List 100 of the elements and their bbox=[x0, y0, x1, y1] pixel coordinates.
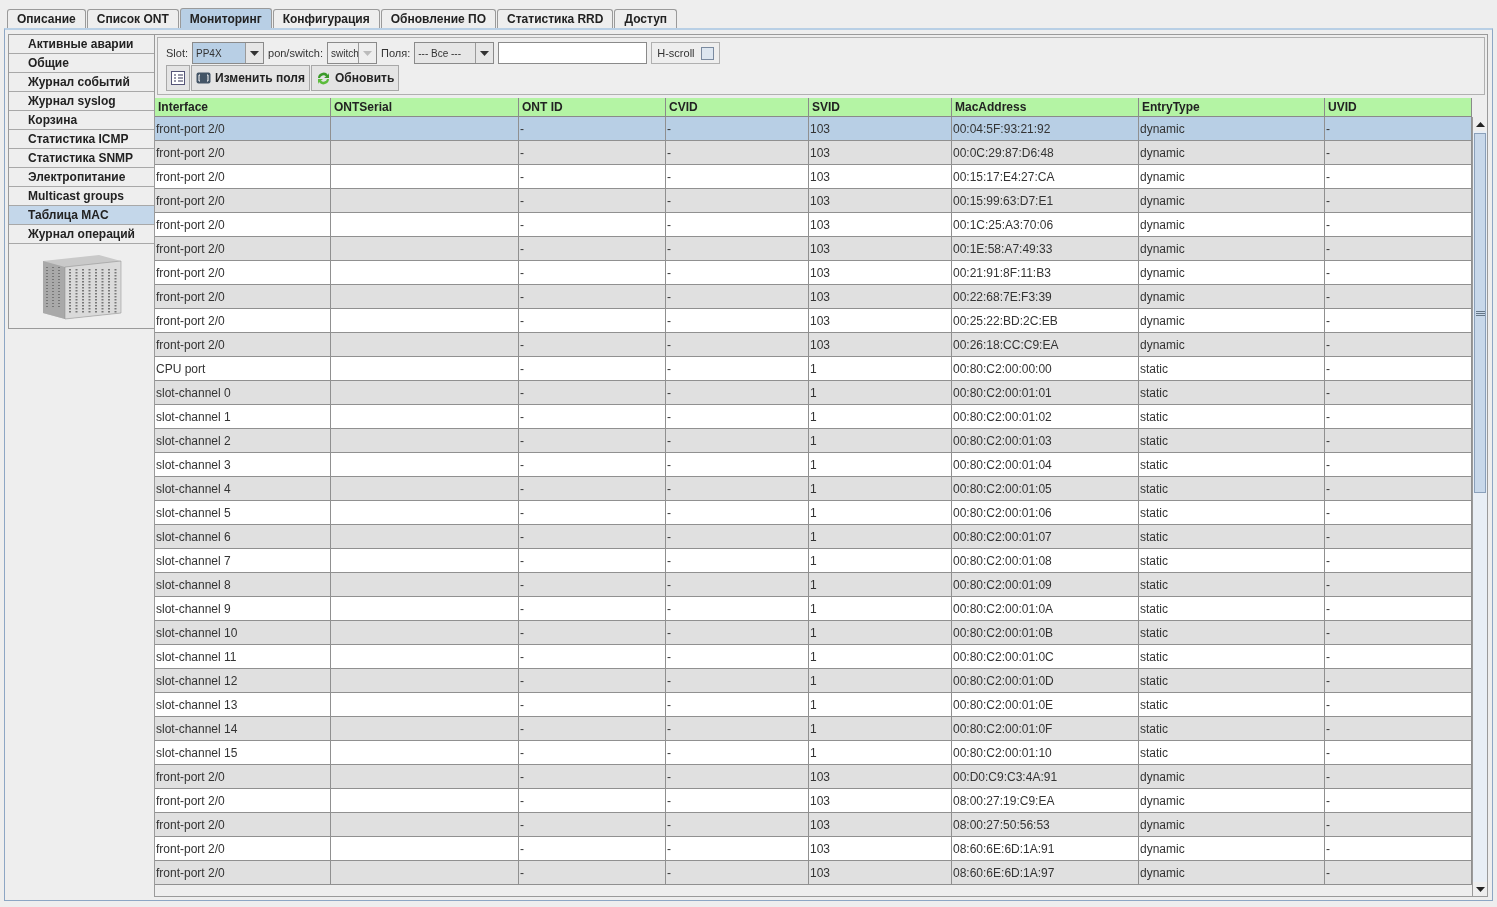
table-cell: - bbox=[519, 741, 666, 765]
dropdown-arrow-icon bbox=[1475, 886, 1485, 892]
table-cell: - bbox=[519, 429, 666, 453]
table-cell: - bbox=[519, 117, 666, 141]
sidebar-item[interactable]: Журнал событий bbox=[9, 73, 154, 92]
dropdown[interactable]: PP4X bbox=[192, 42, 264, 64]
table-cell: - bbox=[1325, 261, 1472, 285]
edit-fields-button[interactable]: Изменить поля bbox=[191, 65, 310, 91]
table-cell: front-port 2/0 bbox=[155, 309, 331, 333]
table-cell: 1 bbox=[809, 573, 952, 597]
table-cell: - bbox=[1325, 141, 1472, 165]
dropdown-arrow-icon bbox=[480, 50, 490, 56]
sidebar-item[interactable]: Таблица MAC bbox=[9, 206, 154, 225]
table-cell: front-port 2/0 bbox=[155, 165, 331, 189]
table-cell: static bbox=[1139, 357, 1325, 381]
table-cell: - bbox=[666, 837, 809, 861]
column-header[interactable]: ONT ID bbox=[519, 98, 666, 117]
table-cell: 00:80:C2:00:01:0B bbox=[952, 621, 1139, 645]
column-header[interactable]: ONTSerial bbox=[331, 98, 519, 117]
table-cell: static bbox=[1139, 597, 1325, 621]
table-cell: static bbox=[1139, 405, 1325, 429]
table-cell: - bbox=[666, 693, 809, 717]
table-cell: 1 bbox=[809, 501, 952, 525]
table-cell: 103 bbox=[809, 261, 952, 285]
table-cell: 103 bbox=[809, 189, 952, 213]
table-cell: - bbox=[1325, 117, 1472, 141]
table-cell: - bbox=[666, 309, 809, 333]
column-header[interactable]: MacAddress bbox=[952, 98, 1139, 117]
column-header[interactable]: UVID bbox=[1325, 98, 1472, 117]
table-cell: - bbox=[666, 381, 809, 405]
table-cell: 00:D0:C9:C3:4A:91 bbox=[952, 765, 1139, 789]
table-cell: 103 bbox=[809, 813, 952, 837]
table-cell: slot-channel 9 bbox=[155, 597, 331, 621]
table-cell: - bbox=[666, 597, 809, 621]
table-cell: - bbox=[519, 141, 666, 165]
table-cell: slot-channel 7 bbox=[155, 549, 331, 573]
table-cell: front-port 2/0 bbox=[155, 333, 331, 357]
table-cell: 1 bbox=[809, 669, 952, 693]
sidebar-item[interactable]: Журнал операций bbox=[9, 225, 154, 244]
tab[interactable]: Список ONT bbox=[86, 9, 179, 28]
table-cell: - bbox=[666, 285, 809, 309]
table-cell: static bbox=[1139, 549, 1325, 573]
field-label: Поля: bbox=[381, 47, 411, 59]
table-cell: - bbox=[666, 717, 809, 741]
table-cell: static bbox=[1139, 525, 1325, 549]
tab[interactable]: Конфигурация bbox=[272, 9, 380, 28]
table-cell: - bbox=[519, 717, 666, 741]
table-cell: - bbox=[519, 789, 666, 813]
h-scroll-checkbox[interactable]: H-scroll bbox=[651, 42, 720, 64]
table-cell: - bbox=[666, 405, 809, 429]
list-view-button[interactable] bbox=[166, 65, 190, 91]
table-cell: static bbox=[1139, 741, 1325, 765]
table-cell: - bbox=[1325, 837, 1472, 861]
table-cell: 1 bbox=[809, 693, 952, 717]
table-cell: 00:25:22:BD:2C:EB bbox=[952, 309, 1139, 333]
table-cell: - bbox=[519, 213, 666, 237]
table-cell: - bbox=[666, 117, 809, 141]
table-cell: - bbox=[666, 645, 809, 669]
grip-icon bbox=[1475, 310, 1485, 316]
scrollbar[interactable] bbox=[1472, 117, 1487, 896]
table-cell: - bbox=[519, 477, 666, 501]
sidebar-item[interactable]: Общие bbox=[9, 54, 154, 73]
table-cell: - bbox=[519, 621, 666, 645]
column-header[interactable]: CVID bbox=[666, 98, 809, 117]
table-cell: 1 bbox=[809, 381, 952, 405]
tab[interactable]: Обновление ПО bbox=[380, 9, 497, 28]
table-cell: - bbox=[1325, 285, 1472, 309]
table-cell: - bbox=[666, 549, 809, 573]
table-cell: 00:80:C2:00:01:05 bbox=[952, 477, 1139, 501]
table-cell: 00:80:C2:00:01:0F bbox=[952, 717, 1139, 741]
dropdown[interactable]: --- Все --- bbox=[414, 42, 495, 64]
table-cell: 00:80:C2:00:00:00 bbox=[952, 357, 1139, 381]
tab[interactable]: Статистика RRD bbox=[497, 9, 614, 28]
table-cell: front-port 2/0 bbox=[155, 189, 331, 213]
tab[interactable]: Мониторинг bbox=[179, 8, 272, 28]
tab[interactable]: Описание bbox=[7, 9, 86, 28]
table-cell: slot-channel 2 bbox=[155, 429, 331, 453]
table-cell: slot-channel 1 bbox=[155, 405, 331, 429]
table-cell: dynamic bbox=[1139, 285, 1325, 309]
table-cell: 1 bbox=[809, 597, 952, 621]
column-header[interactable]: Interface bbox=[155, 98, 331, 117]
text-field[interactable] bbox=[498, 42, 648, 64]
column-header[interactable]: SVID bbox=[809, 98, 952, 117]
table-cell: static bbox=[1139, 573, 1325, 597]
table-cell: - bbox=[666, 501, 809, 525]
table-cell: - bbox=[519, 765, 666, 789]
table-cell: front-port 2/0 bbox=[155, 117, 331, 141]
table-cell: 00:80:C2:00:01:10 bbox=[952, 741, 1139, 765]
column-header[interactable]: EntryType bbox=[1139, 98, 1325, 117]
table-cell: 00:15:99:63:D7:E1 bbox=[952, 189, 1139, 213]
table-cell: 00:26:18:CC:C9:EA bbox=[952, 333, 1139, 357]
table-cell: static bbox=[1139, 621, 1325, 645]
table-cell: - bbox=[519, 501, 666, 525]
refresh-button[interactable]: Обновить bbox=[310, 65, 400, 91]
tab[interactable]: Доступ bbox=[614, 9, 678, 28]
table-cell: dynamic bbox=[1139, 117, 1325, 141]
table-cell: front-port 2/0 bbox=[155, 789, 331, 813]
table-cell: static bbox=[1139, 645, 1325, 669]
table-cell: CPU port bbox=[155, 357, 331, 381]
table-cell: 1 bbox=[809, 549, 952, 573]
